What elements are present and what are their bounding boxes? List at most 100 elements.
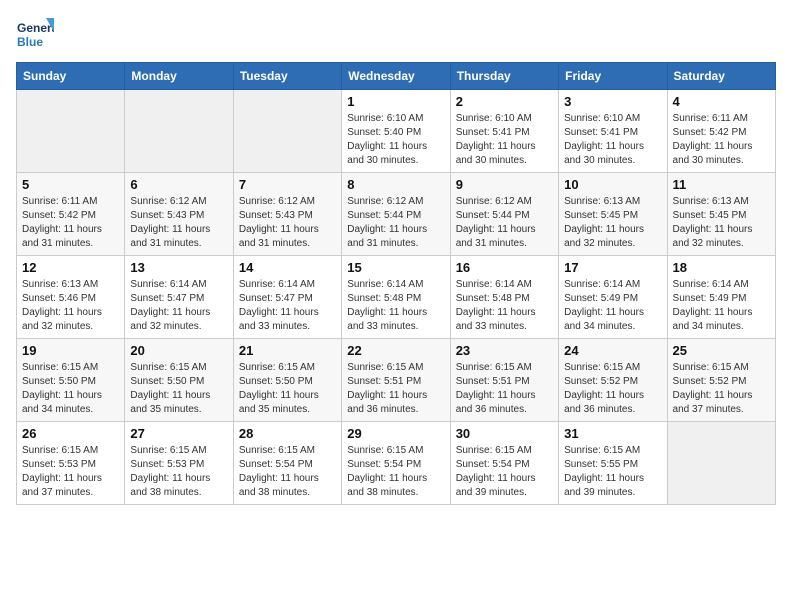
day-cell: 25 Sunrise: 6:15 AM Sunset: 5:52 PM Dayli… xyxy=(667,339,775,422)
day-info: Sunrise: 6:13 AM Sunset: 5:46 PM Dayligh… xyxy=(22,278,119,334)
day-number: 17 xyxy=(564,260,661,275)
day-number: 13 xyxy=(130,260,227,275)
day-cell: 1 Sunrise: 6:10 AM Sunset: 5:40 PM Daylig… xyxy=(342,90,450,173)
day-info: Sunrise: 6:11 AM Sunset: 5:42 PM Dayligh… xyxy=(673,112,770,168)
day-cell xyxy=(667,422,775,505)
day-number: 6 xyxy=(130,177,227,192)
col-header-sunday: Sunday xyxy=(17,63,125,90)
day-number: 31 xyxy=(564,426,661,441)
day-number: 27 xyxy=(130,426,227,441)
col-header-tuesday: Tuesday xyxy=(233,63,341,90)
col-header-saturday: Saturday xyxy=(667,63,775,90)
day-cell: 31 Sunrise: 6:15 AM Sunset: 5:55 PM Dayli… xyxy=(559,422,667,505)
day-cell: 6 Sunrise: 6:12 AM Sunset: 5:43 PM Daylig… xyxy=(125,173,233,256)
day-info: Sunrise: 6:15 AM Sunset: 5:54 PM Dayligh… xyxy=(456,444,553,500)
svg-text:Blue: Blue xyxy=(17,35,43,49)
page-header: General Blue xyxy=(16,16,776,54)
day-number: 26 xyxy=(22,426,119,441)
day-cell: 7 Sunrise: 6:12 AM Sunset: 5:43 PM Daylig… xyxy=(233,173,341,256)
day-cell: 4Sunrise: 6:11 AM Sunset: 5:42 PM Daylig… xyxy=(667,90,775,173)
day-number: 15 xyxy=(347,260,444,275)
week-row-2: 5 Sunrise: 6:11 AM Sunset: 5:42 PM Daylig… xyxy=(17,173,776,256)
day-number: 8 xyxy=(347,177,444,192)
day-info: Sunrise: 6:12 AM Sunset: 5:44 PM Dayligh… xyxy=(456,195,553,251)
day-info: Sunrise: 6:12 AM Sunset: 5:43 PM Dayligh… xyxy=(130,195,227,251)
day-cell: 22 Sunrise: 6:15 AM Sunset: 5:51 PM Dayli… xyxy=(342,339,450,422)
week-row-4: 19 Sunrise: 6:15 AM Sunset: 5:50 PM Dayli… xyxy=(17,339,776,422)
day-info: Sunrise: 6:14 AM Sunset: 5:48 PM Dayligh… xyxy=(347,278,444,334)
day-cell xyxy=(233,90,341,173)
day-info: Sunrise: 6:15 AM Sunset: 5:52 PM Dayligh… xyxy=(673,361,770,417)
day-info: Sunrise: 6:15 AM Sunset: 5:53 PM Dayligh… xyxy=(130,444,227,500)
header-row: SundayMondayTuesdayWednesdayThursdayFrid… xyxy=(17,63,776,90)
day-info: Sunrise: 6:14 AM Sunset: 5:49 PM Dayligh… xyxy=(673,278,770,334)
day-info: Sunrise: 6:15 AM Sunset: 5:50 PM Dayligh… xyxy=(130,361,227,417)
day-cell: 20Sunrise: 6:15 AM Sunset: 5:50 PM Dayli… xyxy=(125,339,233,422)
day-info: Sunrise: 6:14 AM Sunset: 5:48 PM Dayligh… xyxy=(456,278,553,334)
day-cell: 9Sunrise: 6:12 AM Sunset: 5:44 PM Daylig… xyxy=(450,173,558,256)
day-info: Sunrise: 6:11 AM Sunset: 5:42 PM Dayligh… xyxy=(22,195,119,251)
day-cell: 13 Sunrise: 6:14 AM Sunset: 5:47 PM Dayli… xyxy=(125,256,233,339)
day-cell: 8 Sunrise: 6:12 AM Sunset: 5:44 PM Daylig… xyxy=(342,173,450,256)
day-info: Sunrise: 6:10 AM Sunset: 5:41 PM Dayligh… xyxy=(564,112,661,168)
day-cell: 2 Sunrise: 6:10 AM Sunset: 5:41 PM Daylig… xyxy=(450,90,558,173)
day-cell: 5 Sunrise: 6:11 AM Sunset: 5:42 PM Daylig… xyxy=(17,173,125,256)
day-info: Sunrise: 6:10 AM Sunset: 5:41 PM Dayligh… xyxy=(456,112,553,168)
svg-text:General: General xyxy=(17,21,54,35)
day-cell: 28 Sunrise: 6:15 AM Sunset: 5:54 PM Dayli… xyxy=(233,422,341,505)
day-info: Sunrise: 6:15 AM Sunset: 5:54 PM Dayligh… xyxy=(239,444,336,500)
day-number: 12 xyxy=(22,260,119,275)
day-info: Sunrise: 6:13 AM Sunset: 5:45 PM Dayligh… xyxy=(564,195,661,251)
day-info: Sunrise: 6:15 AM Sunset: 5:51 PM Dayligh… xyxy=(456,361,553,417)
week-row-5: 26 Sunrise: 6:15 AM Sunset: 5:53 PM Dayli… xyxy=(17,422,776,505)
day-number: 28 xyxy=(239,426,336,441)
day-number: 10 xyxy=(564,177,661,192)
day-number: 1 xyxy=(347,94,444,109)
day-info: Sunrise: 6:13 AM Sunset: 5:45 PM Dayligh… xyxy=(673,195,770,251)
day-cell: 15 Sunrise: 6:14 AM Sunset: 5:48 PM Dayli… xyxy=(342,256,450,339)
day-cell: 3Sunrise: 6:10 AM Sunset: 5:41 PM Daylig… xyxy=(559,90,667,173)
day-info: Sunrise: 6:15 AM Sunset: 5:52 PM Dayligh… xyxy=(564,361,661,417)
week-row-1: 1 Sunrise: 6:10 AM Sunset: 5:40 PM Daylig… xyxy=(17,90,776,173)
day-cell: 18Sunrise: 6:14 AM Sunset: 5:49 PM Dayli… xyxy=(667,256,775,339)
day-info: Sunrise: 6:15 AM Sunset: 5:50 PM Dayligh… xyxy=(22,361,119,417)
day-cell: 12 Sunrise: 6:13 AM Sunset: 5:46 PM Dayli… xyxy=(17,256,125,339)
col-header-thursday: Thursday xyxy=(450,63,558,90)
day-info: Sunrise: 6:14 AM Sunset: 5:49 PM Dayligh… xyxy=(564,278,661,334)
day-info: Sunrise: 6:15 AM Sunset: 5:50 PM Dayligh… xyxy=(239,361,336,417)
day-number: 30 xyxy=(456,426,553,441)
day-cell: 24 Sunrise: 6:15 AM Sunset: 5:52 PM Dayli… xyxy=(559,339,667,422)
day-info: Sunrise: 6:15 AM Sunset: 5:53 PM Dayligh… xyxy=(22,444,119,500)
week-row-3: 12 Sunrise: 6:13 AM Sunset: 5:46 PM Dayli… xyxy=(17,256,776,339)
day-number: 24 xyxy=(564,343,661,358)
day-cell: 23 Sunrise: 6:15 AM Sunset: 5:51 PM Dayli… xyxy=(450,339,558,422)
col-header-friday: Friday xyxy=(559,63,667,90)
day-info: Sunrise: 6:15 AM Sunset: 5:55 PM Dayligh… xyxy=(564,444,661,500)
day-cell xyxy=(125,90,233,173)
logo-svg: General Blue xyxy=(16,16,54,54)
day-info: Sunrise: 6:14 AM Sunset: 5:47 PM Dayligh… xyxy=(130,278,227,334)
day-info: Sunrise: 6:15 AM Sunset: 5:54 PM Dayligh… xyxy=(347,444,444,500)
day-cell: 19 Sunrise: 6:15 AM Sunset: 5:50 PM Dayli… xyxy=(17,339,125,422)
col-header-monday: Monday xyxy=(125,63,233,90)
day-number: 23 xyxy=(456,343,553,358)
day-cell xyxy=(17,90,125,173)
day-number: 19 xyxy=(22,343,119,358)
day-number: 5 xyxy=(22,177,119,192)
day-number: 25 xyxy=(673,343,770,358)
day-number: 7 xyxy=(239,177,336,192)
day-cell: 14 Sunrise: 6:14 AM Sunset: 5:47 PM Dayli… xyxy=(233,256,341,339)
day-number: 2 xyxy=(456,94,553,109)
day-cell: 21Sunrise: 6:15 AM Sunset: 5:50 PM Dayli… xyxy=(233,339,341,422)
day-cell: 26 Sunrise: 6:15 AM Sunset: 5:53 PM Dayli… xyxy=(17,422,125,505)
day-number: 14 xyxy=(239,260,336,275)
day-cell: 10 Sunrise: 6:13 AM Sunset: 5:45 PM Dayli… xyxy=(559,173,667,256)
day-info: Sunrise: 6:12 AM Sunset: 5:44 PM Dayligh… xyxy=(347,195,444,251)
day-info: Sunrise: 6:14 AM Sunset: 5:47 PM Dayligh… xyxy=(239,278,336,334)
day-cell: 16Sunrise: 6:14 AM Sunset: 5:48 PM Dayli… xyxy=(450,256,558,339)
day-number: 22 xyxy=(347,343,444,358)
day-info: Sunrise: 6:12 AM Sunset: 5:43 PM Dayligh… xyxy=(239,195,336,251)
day-info: Sunrise: 6:15 AM Sunset: 5:51 PM Dayligh… xyxy=(347,361,444,417)
day-info: Sunrise: 6:10 AM Sunset: 5:40 PM Dayligh… xyxy=(347,112,444,168)
calendar-table: SundayMondayTuesdayWednesdayThursdayFrid… xyxy=(16,62,776,505)
